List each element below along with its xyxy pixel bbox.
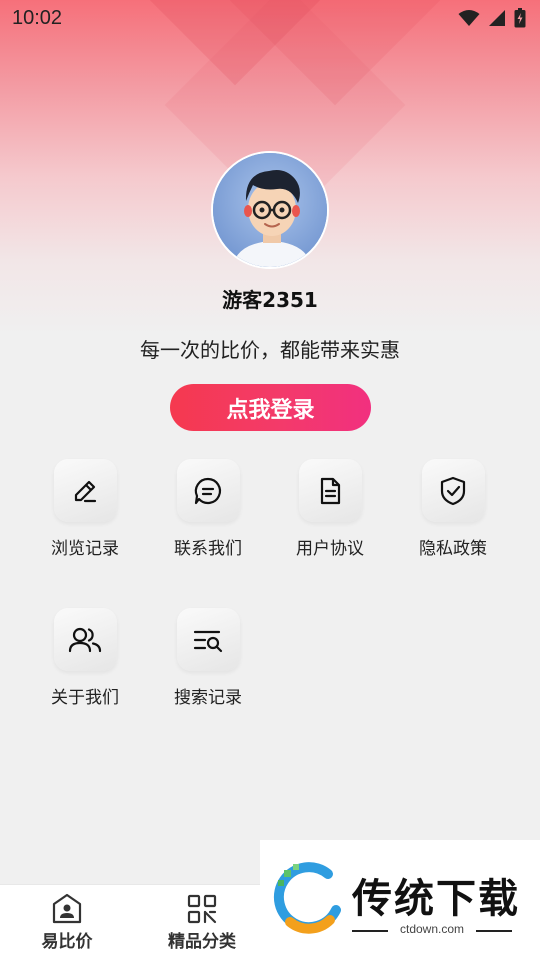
menu-label: 关于我们 (51, 688, 119, 708)
shield-check-icon (440, 476, 466, 505)
chat-bubble-icon (194, 477, 222, 504)
menu-label: 搜索记录 (174, 688, 242, 708)
menu-icon-box (176, 459, 240, 522)
home-profile-icon (52, 893, 82, 924)
watermark-text: 传统下载 (352, 876, 520, 922)
slogan-text: 每一次的比价，都能带来实惠 (140, 338, 400, 362)
document-icon (320, 477, 341, 504)
username: 游客2351 (222, 288, 318, 312)
menu-item-privacy-policy[interactable]: 隐私政策 (398, 459, 508, 569)
menu-icon-box (53, 459, 117, 522)
menu-item-about-us[interactable]: 关于我们 (30, 608, 140, 718)
avatar[interactable] (211, 151, 329, 269)
menu-item-search-history[interactable]: 搜索记录 (153, 608, 263, 718)
watermark-url: ctdown.com (400, 922, 465, 936)
menu-item-contact-us[interactable]: 联系我们 (153, 459, 263, 569)
wifi-icon (458, 10, 480, 26)
watermark-logo-icon (273, 862, 341, 934)
edit-pencil-icon (74, 480, 97, 502)
nav-label: 易比价 (41, 932, 93, 952)
nav-item-categories[interactable]: 精品分类 (152, 893, 252, 952)
battery-charging-icon (514, 8, 526, 28)
menu-item-user-agreement[interactable]: 用户协议 (275, 459, 385, 569)
menu-icon-box (421, 459, 485, 522)
watermark: 传统下载 ctdown.com (260, 840, 540, 960)
users-icon (68, 627, 102, 652)
status-icons (458, 8, 526, 28)
menu-icon-box (176, 608, 240, 671)
menu-label: 隐私政策 (419, 539, 487, 559)
list-search-icon (193, 630, 223, 652)
menu-label: 联系我们 (174, 539, 242, 559)
menu-label: 浏览记录 (51, 539, 119, 559)
menu-icon-box (298, 459, 362, 522)
cellular-signal-icon (489, 10, 505, 26)
nav-item-home[interactable]: 易比价 (17, 893, 117, 952)
menu-icon-box (53, 608, 117, 671)
status-bar: 10:02 (0, 0, 540, 36)
divider (352, 930, 388, 932)
nav-label: 精品分类 (168, 932, 236, 952)
grid-category-icon (187, 894, 217, 924)
divider (476, 930, 512, 932)
status-time: 10:02 (12, 6, 63, 29)
login-button[interactable]: 点我登录 (170, 384, 371, 431)
menu-item-browse-history[interactable]: 浏览记录 (30, 459, 140, 569)
menu-label: 用户协议 (296, 539, 364, 559)
